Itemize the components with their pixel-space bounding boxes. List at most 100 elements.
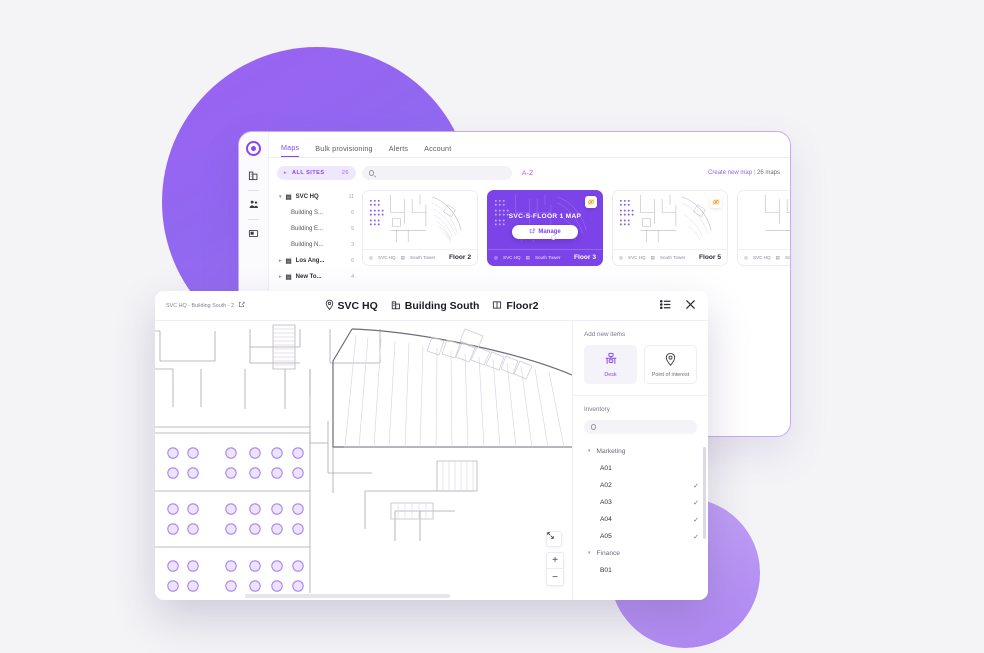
map-card[interactable]: ◎ SVC HQ ▤ South Tower Floor 5: [612, 190, 728, 266]
sidebar-item-building-south[interactable]: Building S... 6: [273, 205, 362, 221]
manage-button[interactable]: Manage: [512, 225, 578, 239]
eye-off-icon[interactable]: [710, 196, 722, 208]
chevron-down-icon[interactable]: ▾: [588, 551, 591, 556]
chevron-down-icon[interactable]: ▾: [588, 449, 591, 454]
monitor-icon[interactable]: [247, 227, 260, 240]
inventory-search-input[interactable]: [600, 424, 690, 430]
map-card-building: South Tower: [409, 255, 436, 260]
add-desk-button[interactable]: Desk: [584, 345, 637, 384]
building-icon: ▤: [400, 254, 405, 260]
map-card-selected[interactable]: SVC-S-FLOOR 1 MAP Manage ◎ SVC HQ ▤ Sout…: [487, 190, 603, 266]
people-icon[interactable]: [247, 198, 260, 211]
building-icon: ▤: [650, 254, 655, 260]
sidebar-item-new-tokyo[interactable]: ▸ ▤ New To... 4: [273, 269, 362, 285]
list-item[interactable]: A05 ✓: [584, 528, 699, 545]
sidebar-item-svc-hq[interactable]: ▾ ▤ SVC HQ 11: [273, 189, 362, 205]
sidebar-item-label: Los Ang...: [295, 258, 325, 264]
sidebar-item-count: 5: [351, 226, 354, 232]
list-item[interactable]: A02 ✓: [584, 477, 699, 494]
list-item[interactable]: A03 ✓: [584, 494, 699, 511]
inventory-item-label: A04: [600, 516, 612, 523]
vertical-scrollbar[interactable]: [703, 447, 706, 539]
map-card-floor: Floor 2: [449, 254, 471, 261]
location-pin-icon: ◎: [494, 254, 499, 260]
sidebar-item-los-angeles[interactable]: ▸ ▤ Los Ang... 6: [273, 253, 362, 269]
inventory-search-box[interactable]: [584, 420, 697, 434]
buildings-icon[interactable]: [247, 169, 260, 182]
edit-square-icon: [529, 228, 535, 236]
zoom-in-button[interactable]: +: [547, 553, 563, 569]
zoom-controls: + −: [546, 531, 564, 586]
chevron-right-icon[interactable]: ▸: [279, 274, 282, 280]
sort-az-button[interactable]: A-Z: [522, 170, 534, 177]
building-icon: ▤: [285, 258, 292, 265]
maps-toolbar: A-Z Create new map | 26 maps: [362, 166, 790, 180]
sidebar-item-building-east[interactable]: Building E... 5: [273, 221, 362, 237]
manage-label: Manage: [538, 229, 561, 235]
add-items-row: Desk Point of interest: [584, 345, 697, 384]
edit-square-icon[interactable]: [238, 301, 245, 310]
breadcrumb-small-label: SVC HQ - Building South - 2: [166, 302, 235, 309]
sidebar-item-count: 6: [351, 258, 354, 264]
inventory-group-marketing[interactable]: ▾ Marketing: [584, 443, 699, 460]
zoom-out-button[interactable]: −: [547, 569, 563, 585]
check-icon: ✓: [693, 533, 699, 541]
list-item[interactable]: A04 ✓: [584, 511, 699, 528]
search-input[interactable]: [378, 170, 505, 176]
map-card-floor: Floor 3: [574, 254, 596, 261]
map-card-site: SVC HQ: [753, 255, 771, 260]
map-cards-list: ◎ SVC HQ ▤ South Tower Floor 2 SVC-S-FLO…: [362, 180, 790, 266]
check-icon: ✓: [693, 499, 699, 507]
map-card-meta: ◎ SVC HQ ▤ South Tower Floor 6: [738, 249, 791, 265]
add-poi-label: Point of interest: [651, 371, 690, 378]
building-icon: ▤: [285, 194, 292, 201]
chevron-right-icon[interactable]: ▸: [279, 258, 282, 264]
map-card-site: SVC HQ: [378, 255, 396, 260]
tab-bulk-provisioning[interactable]: Bulk provisioning: [315, 144, 372, 157]
floor-plan-canvas[interactable]: ⚐ ⚙ ♟ + −: [155, 321, 572, 600]
fit-screen-icon[interactable]: [546, 531, 562, 547]
breadcrumb-floor-label: Floor2: [506, 299, 539, 312]
inventory-item-label: A02: [600, 482, 612, 489]
map-card-meta: ◎ SVC HQ ▤ South Tower Floor 5: [613, 249, 727, 265]
target-logo-icon[interactable]: [246, 141, 261, 156]
map-card[interactable]: ◎ SVC HQ ▤ South Tower Floor 6: [737, 190, 791, 266]
inventory-section-head: Inventory: [573, 396, 708, 443]
sidebar-item-label: SVC HQ: [295, 194, 319, 200]
tab-alerts[interactable]: Alerts: [389, 144, 408, 157]
horizontal-scrollbar[interactable]: [245, 594, 450, 598]
add-point-of-interest-button[interactable]: Point of interest: [644, 345, 697, 384]
inventory-list[interactable]: ▾ Marketing A01 A02 ✓ A03 ✓ A04 ✓ A05 ✓ …: [573, 443, 708, 600]
add-new-items-section: Add new items Desk Point of interest: [573, 321, 708, 396]
map-card[interactable]: ◎ SVC HQ ▤ South Tower Floor 2: [362, 190, 478, 266]
breadcrumb: SVC HQ Building South Floor2: [324, 299, 539, 312]
inventory-group-finance[interactable]: ▾ Finance: [584, 545, 699, 562]
close-icon[interactable]: [684, 298, 697, 313]
map-card-meta: ◎ SVC HQ ▤ South Tower Floor 3: [488, 249, 602, 265]
location-pin-icon: ◎: [744, 254, 749, 260]
eye-off-icon[interactable]: [585, 196, 597, 208]
map-thumbnail: [363, 191, 477, 249]
map-count-label: 26 maps: [756, 170, 780, 176]
separator: |: [753, 170, 756, 176]
create-new-map-link[interactable]: Create new map: [708, 170, 752, 176]
chevron-down-icon[interactable]: ▾: [279, 194, 282, 200]
list-item[interactable]: A01: [584, 460, 699, 477]
check-icon: ✓: [693, 482, 699, 490]
breadcrumb-floor[interactable]: Floor2: [492, 299, 539, 312]
map-card-floor: Floor 5: [699, 254, 721, 261]
breadcrumb-site[interactable]: SVC HQ: [324, 299, 378, 312]
list-icon[interactable]: [659, 298, 672, 313]
search-icon: [369, 170, 375, 176]
inventory-item-label: B01: [600, 567, 612, 574]
search-box[interactable]: [362, 166, 512, 180]
list-item[interactable]: B01: [584, 562, 699, 579]
tab-account[interactable]: Account: [424, 144, 451, 157]
sidebar-item-building-north[interactable]: Building N... 3: [273, 237, 362, 253]
breadcrumb-building[interactable]: Building South: [391, 300, 479, 312]
map-card-building: South Tower: [784, 255, 791, 260]
sidebar-item-all-sites[interactable]: ▸ ALL SITES 26: [277, 166, 356, 180]
floor-icon: [492, 300, 502, 312]
tab-maps[interactable]: Maps: [281, 143, 300, 157]
chevron-down-icon: ▸: [284, 169, 287, 176]
